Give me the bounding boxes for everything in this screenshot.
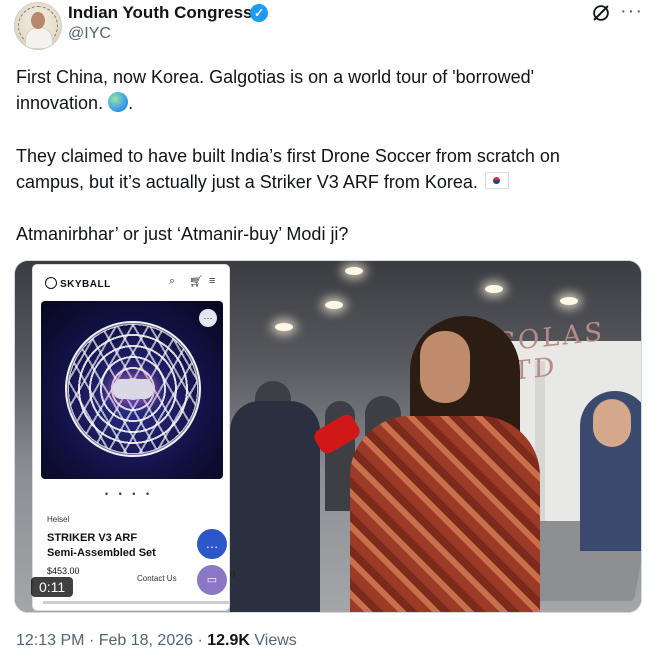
video-duration-badge: 0:11 [31, 577, 74, 597]
woman-face [420, 331, 470, 403]
brand-header: SKYBALL [45, 277, 111, 290]
tweet-text-line: They claimed to have built India’s first… [16, 146, 560, 166]
video-edge-text: 0 [230, 569, 236, 579]
video-progress-bar[interactable] [33, 601, 229, 604]
video-player[interactable]: COLAS LTD SKYBALL ⌕ 🛒︎ ≡ ⋯ • • • • Helse… [14, 260, 642, 613]
avatar-figure-face [31, 12, 45, 29]
phone-screenshot-overlay: SKYBALL ⌕ 🛒︎ ≡ ⋯ • • • • Helsel STRIKER … [33, 265, 229, 610]
video-progress-fill [33, 601, 43, 604]
south-korea-flag-icon [484, 172, 509, 189]
product-name-line: STRIKER V3 ARF [47, 532, 138, 544]
woman-outfit [350, 416, 540, 612]
verified-badge-icon: ✓ [250, 4, 268, 22]
seller-name: Helsel [47, 515, 70, 524]
tweet-text-line: innovation. . [16, 90, 133, 116]
background-woman-face [593, 399, 631, 447]
meta-separator: · [88, 632, 95, 649]
avatar[interactable] [14, 2, 62, 50]
tweet-date[interactable]: Feb 18, 2026 [99, 632, 193, 649]
menu-icon: ≡ [209, 275, 216, 287]
cart-icon: 🛒︎ [189, 276, 203, 288]
tweet-text-line: Atmanirbhar’ or just ‘Atmanir-buy’ Modi … [16, 224, 349, 244]
more-options-icon[interactable]: ··· [620, 0, 643, 23]
product-name-line: Semi-Assembled Set [47, 547, 156, 559]
tweet-text-fragment: . [128, 93, 134, 113]
tweet-text-line: campus, but it’s actually just a Striker… [16, 169, 509, 195]
author-handle[interactable]: @IYC [68, 25, 111, 43]
message-icon: ▭ [197, 565, 227, 595]
meta-separator: · [197, 632, 203, 649]
views-label: Views [254, 632, 297, 649]
globe-emoji-icon [108, 92, 129, 112]
views-count: 12.9K [207, 632, 250, 649]
tweet-text-line: First China, now Korea. Galgotias is on … [16, 67, 535, 87]
contact-us-label: Contact Us [137, 574, 177, 583]
search-icon: ⌕ [169, 275, 176, 287]
author-name[interactable]: Indian Youth Congress [68, 3, 253, 23]
product-price: $453.00 [47, 566, 80, 576]
chat-bubble-icon: … [197, 529, 227, 559]
carousel-dots: • • • • [105, 489, 154, 499]
product-name: STRIKER V3 ARF Semi-Assembled Set [47, 531, 197, 561]
brand-logo-icon [45, 277, 57, 289]
drone-body-graphic [113, 379, 153, 399]
brand-name: SKYBALL [60, 279, 111, 290]
ceiling-light [560, 297, 578, 305]
tweet-meta: 12:13 PM · Feb 18, 2026 · 12.9K Views [16, 632, 297, 650]
reporter [230, 401, 320, 612]
ceiling-light [485, 285, 503, 293]
grok-icon[interactable] [590, 2, 612, 24]
avatar-figure-body [25, 27, 53, 49]
zoom-icon: ⋯ [199, 309, 217, 327]
tweet-text-fragment: innovation. [16, 93, 104, 113]
ceiling-light [325, 301, 343, 309]
ceiling-light [275, 323, 293, 331]
tweet-text-fragment: campus, but it’s actually just a Striker… [16, 172, 478, 192]
product-image: ⋯ [41, 301, 223, 479]
tweet-time[interactable]: 12:13 PM [16, 632, 84, 649]
ceiling-light [345, 267, 363, 275]
